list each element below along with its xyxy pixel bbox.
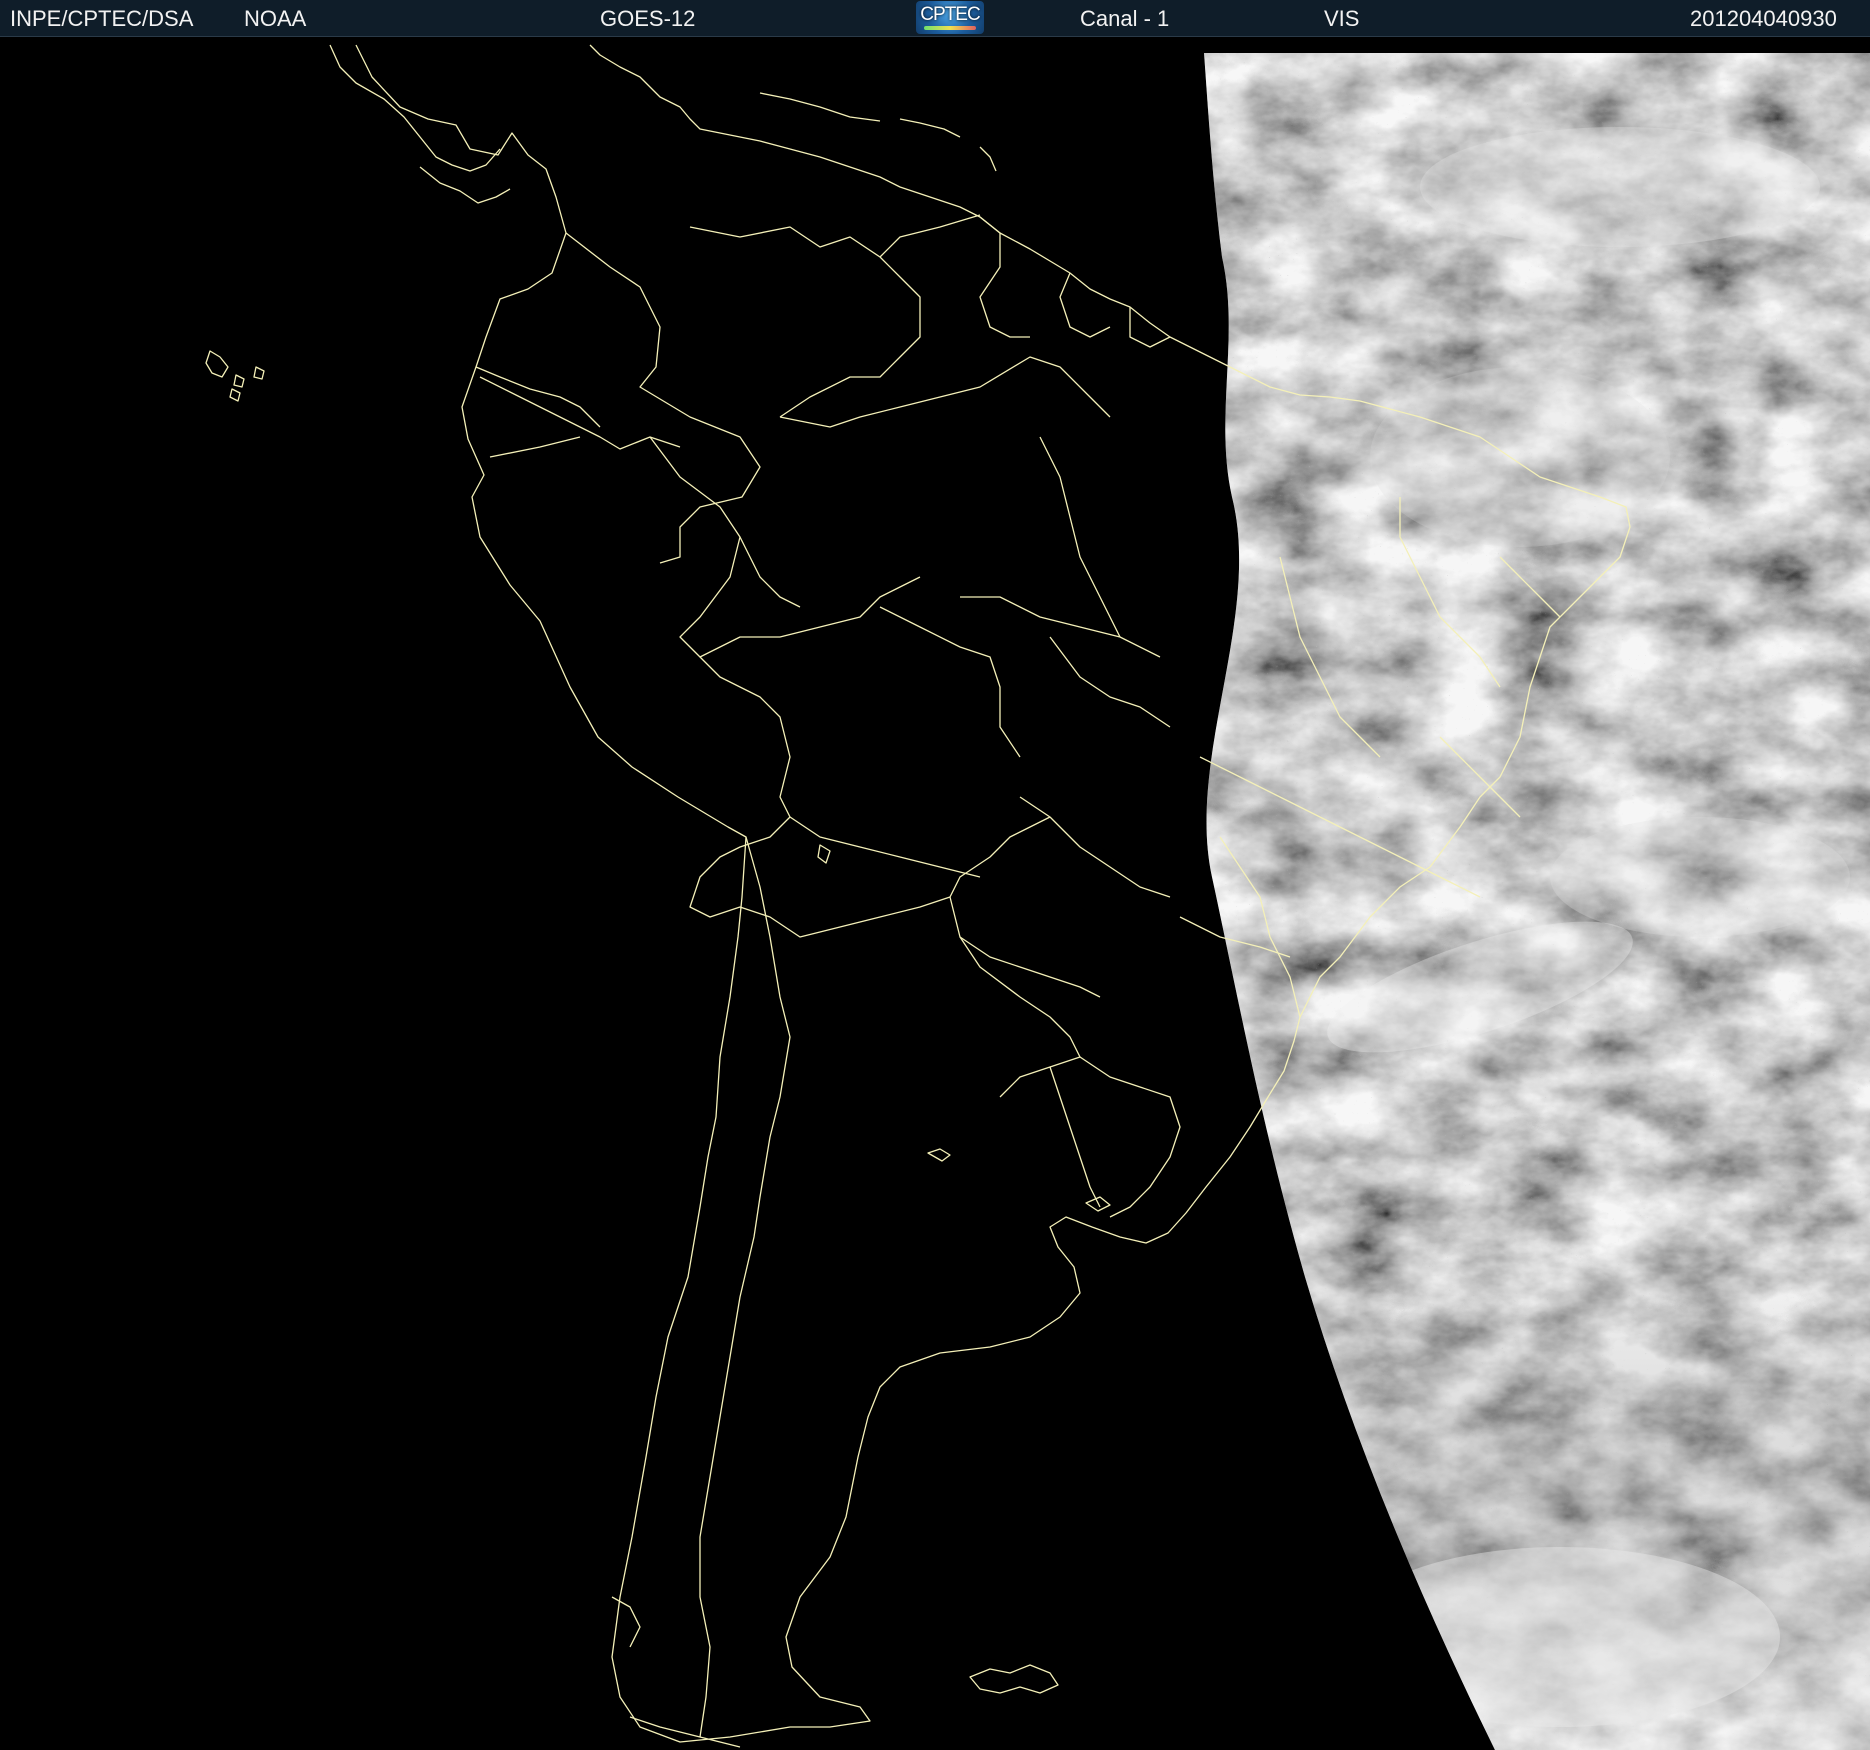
cptec-logo: CPTEC <box>916 1 984 34</box>
timestamp-label: 201204040930 <box>1690 6 1837 31</box>
channel-label: Canal - 1 <box>1080 6 1170 31</box>
institution-label: INPE/CPTEC/DSA <box>10 6 194 31</box>
satellite-map <box>0 37 1870 1750</box>
image-header-bar: INPE/CPTEC/DSA NOAA GOES-12 CPTEC Canal … <box>0 0 1870 37</box>
band-label: VIS <box>1324 6 1360 31</box>
satellite-label: GOES-12 <box>600 6 696 31</box>
agency-label: NOAA <box>244 6 307 31</box>
